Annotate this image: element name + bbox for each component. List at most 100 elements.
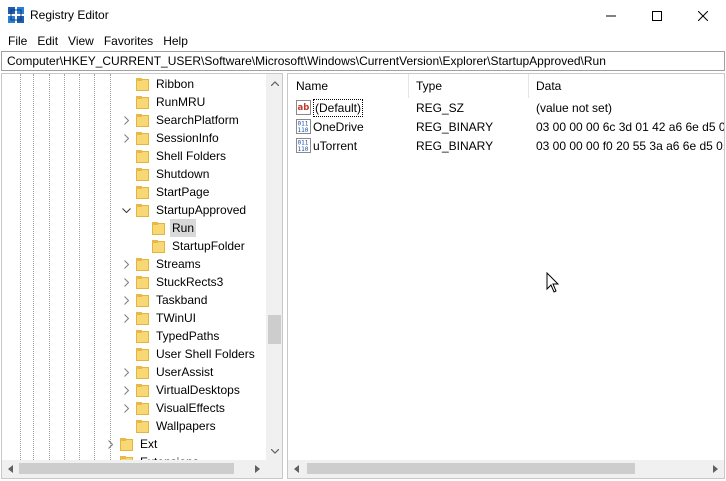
tree-item[interactable]: SearchPlatform [121, 111, 241, 129]
chevron-right-icon[interactable] [121, 255, 131, 273]
title-bar: Registry Editor [0, 0, 726, 32]
tree-item[interactable]: User Shell Folders [121, 345, 257, 363]
folder-icon [136, 95, 149, 109]
tree-item[interactable]: Wallpapers [121, 417, 218, 435]
binary-value-icon: 011 110 [296, 119, 311, 134]
tree-item-label: TWinUI [156, 311, 196, 325]
value-name: (Default) [313, 99, 364, 117]
chevron-right-icon[interactable] [121, 381, 131, 399]
value-row[interactable]: ab (Default) REG_SZ (value not set) [288, 99, 724, 117]
values-horizontal-scrollbar[interactable] [288, 460, 724, 478]
folder-icon [120, 437, 133, 451]
tree-item[interactable]: TypedPaths [121, 327, 221, 345]
folder-icon [136, 131, 149, 145]
tree-horizontal-scroll-thumb[interactable] [19, 463, 234, 474]
chevron-right-icon[interactable] [121, 291, 131, 309]
tree-item[interactable]: RunMRU [121, 93, 207, 111]
tree-item[interactable]: StartupApproved [121, 201, 248, 219]
menu-view[interactable]: View [63, 32, 99, 50]
tree-item-label: VisualEffects [156, 401, 225, 415]
chevron-right-icon[interactable] [121, 309, 131, 327]
menu-help[interactable]: Help [158, 32, 193, 50]
tree-item[interactable]: Streams [121, 255, 203, 273]
tree-item-label: Shutdown [156, 167, 210, 181]
tree-vertical-scroll-thumb[interactable] [268, 315, 281, 344]
tree-item[interactable]: Extensions [105, 453, 201, 460]
values-horizontal-scroll-thumb[interactable] [307, 463, 635, 474]
chevron-right-icon[interactable] [121, 129, 131, 147]
tree-item-label: Run [170, 219, 197, 237]
column-header-data[interactable]: Data [528, 74, 724, 98]
menu-edit[interactable]: Edit [32, 32, 63, 50]
tree-item[interactable]: StartupFolder [138, 237, 247, 255]
chevron-down-icon[interactable] [121, 201, 131, 219]
folder-icon [152, 239, 165, 253]
chevron-right-icon[interactable] [121, 363, 131, 381]
folder-icon [136, 113, 149, 127]
tree-item-label: RunMRU [156, 95, 206, 109]
tree-item[interactable]: Run [138, 219, 197, 237]
scroll-right-button[interactable] [249, 460, 266, 478]
svg-text:ab: ab [298, 103, 310, 113]
tree-item-label: User Shell Folders [156, 347, 255, 361]
tree-item[interactable]: StuckRects3 [121, 273, 225, 291]
tree-item-label: StartupFolder [172, 239, 245, 253]
scroll-down-button[interactable] [266, 442, 282, 460]
chevron-right-icon[interactable] [121, 399, 131, 417]
value-type: REG_SZ [416, 101, 465, 115]
scroll-right-button[interactable] [707, 460, 724, 478]
maximize-button[interactable] [634, 0, 680, 32]
tree-vertical-scrollbar[interactable] [266, 74, 282, 460]
tree-item[interactable]: UserAssist [121, 363, 215, 381]
address-bar[interactable]: Computer\HKEY_CURRENT_USER\Software\Micr… [1, 51, 725, 71]
value-data: 03 00 00 00 f0 20 55 3a a6 6e d5 01 [536, 139, 724, 153]
tree-item[interactable]: Ext [105, 435, 159, 453]
tree-item[interactable]: TWinUI [121, 309, 198, 327]
tree-item[interactable]: SessionInfo [121, 129, 221, 147]
value-type: REG_BINARY [416, 120, 494, 134]
value-row[interactable]: 011 110 OneDrive REG_BINARY 03 00 00 00 … [288, 118, 724, 136]
chevron-right-icon[interactable] [121, 111, 131, 129]
values-list-pane[interactable]: Name Type Data ab (Default) REG_SZ (valu… [287, 73, 725, 479]
tree-item[interactable]: StartPage [121, 183, 211, 201]
close-button[interactable] [680, 0, 726, 32]
registry-editor-icon [8, 7, 24, 23]
tree-item-label: Extensions [138, 453, 201, 460]
tree-item[interactable]: Shell Folders [121, 147, 228, 165]
window-title: Registry Editor [30, 8, 109, 22]
chevron-right-icon[interactable] [121, 273, 131, 291]
menu-favorites[interactable]: Favorites [99, 32, 158, 50]
scroll-left-button[interactable] [2, 460, 19, 478]
folder-icon [136, 401, 149, 415]
tree-item-label: SessionInfo [156, 131, 219, 145]
value-type: REG_BINARY [416, 139, 494, 153]
menu-file[interactable]: File [3, 32, 32, 50]
tree-guide-line [110, 74, 111, 460]
minimize-icon [606, 15, 616, 17]
value-row[interactable]: 011 110 uTorrent REG_BINARY 03 00 00 00 … [288, 137, 724, 155]
scrollbar-corner [266, 460, 282, 478]
column-header-name[interactable]: Name [288, 74, 408, 98]
tree-guide-line [94, 74, 95, 460]
tree-item[interactable]: VirtualDesktops [121, 381, 242, 399]
chevron-right-icon[interactable] [105, 435, 115, 453]
key-tree-pane[interactable]: Ribbon RunMRU SearchPlatform SessionInfo She… [1, 73, 283, 479]
key-tree[interactable]: Ribbon RunMRU SearchPlatform SessionInfo She… [2, 74, 266, 460]
tree-horizontal-scrollbar[interactable] [2, 460, 266, 478]
tree-item[interactable]: Ribbon [121, 75, 196, 93]
scroll-left-button[interactable] [288, 460, 305, 478]
folder-icon [136, 383, 149, 397]
string-value-icon: ab [296, 100, 311, 115]
tree-item[interactable]: Taskband [121, 291, 209, 309]
minimize-button[interactable] [588, 0, 634, 32]
scroll-up-button[interactable] [266, 74, 282, 92]
tree-item[interactable]: Shutdown [121, 165, 211, 183]
folder-icon [136, 311, 149, 325]
column-header-type[interactable]: Type [408, 74, 528, 98]
tree-item[interactable]: VisualEffects [121, 399, 227, 417]
